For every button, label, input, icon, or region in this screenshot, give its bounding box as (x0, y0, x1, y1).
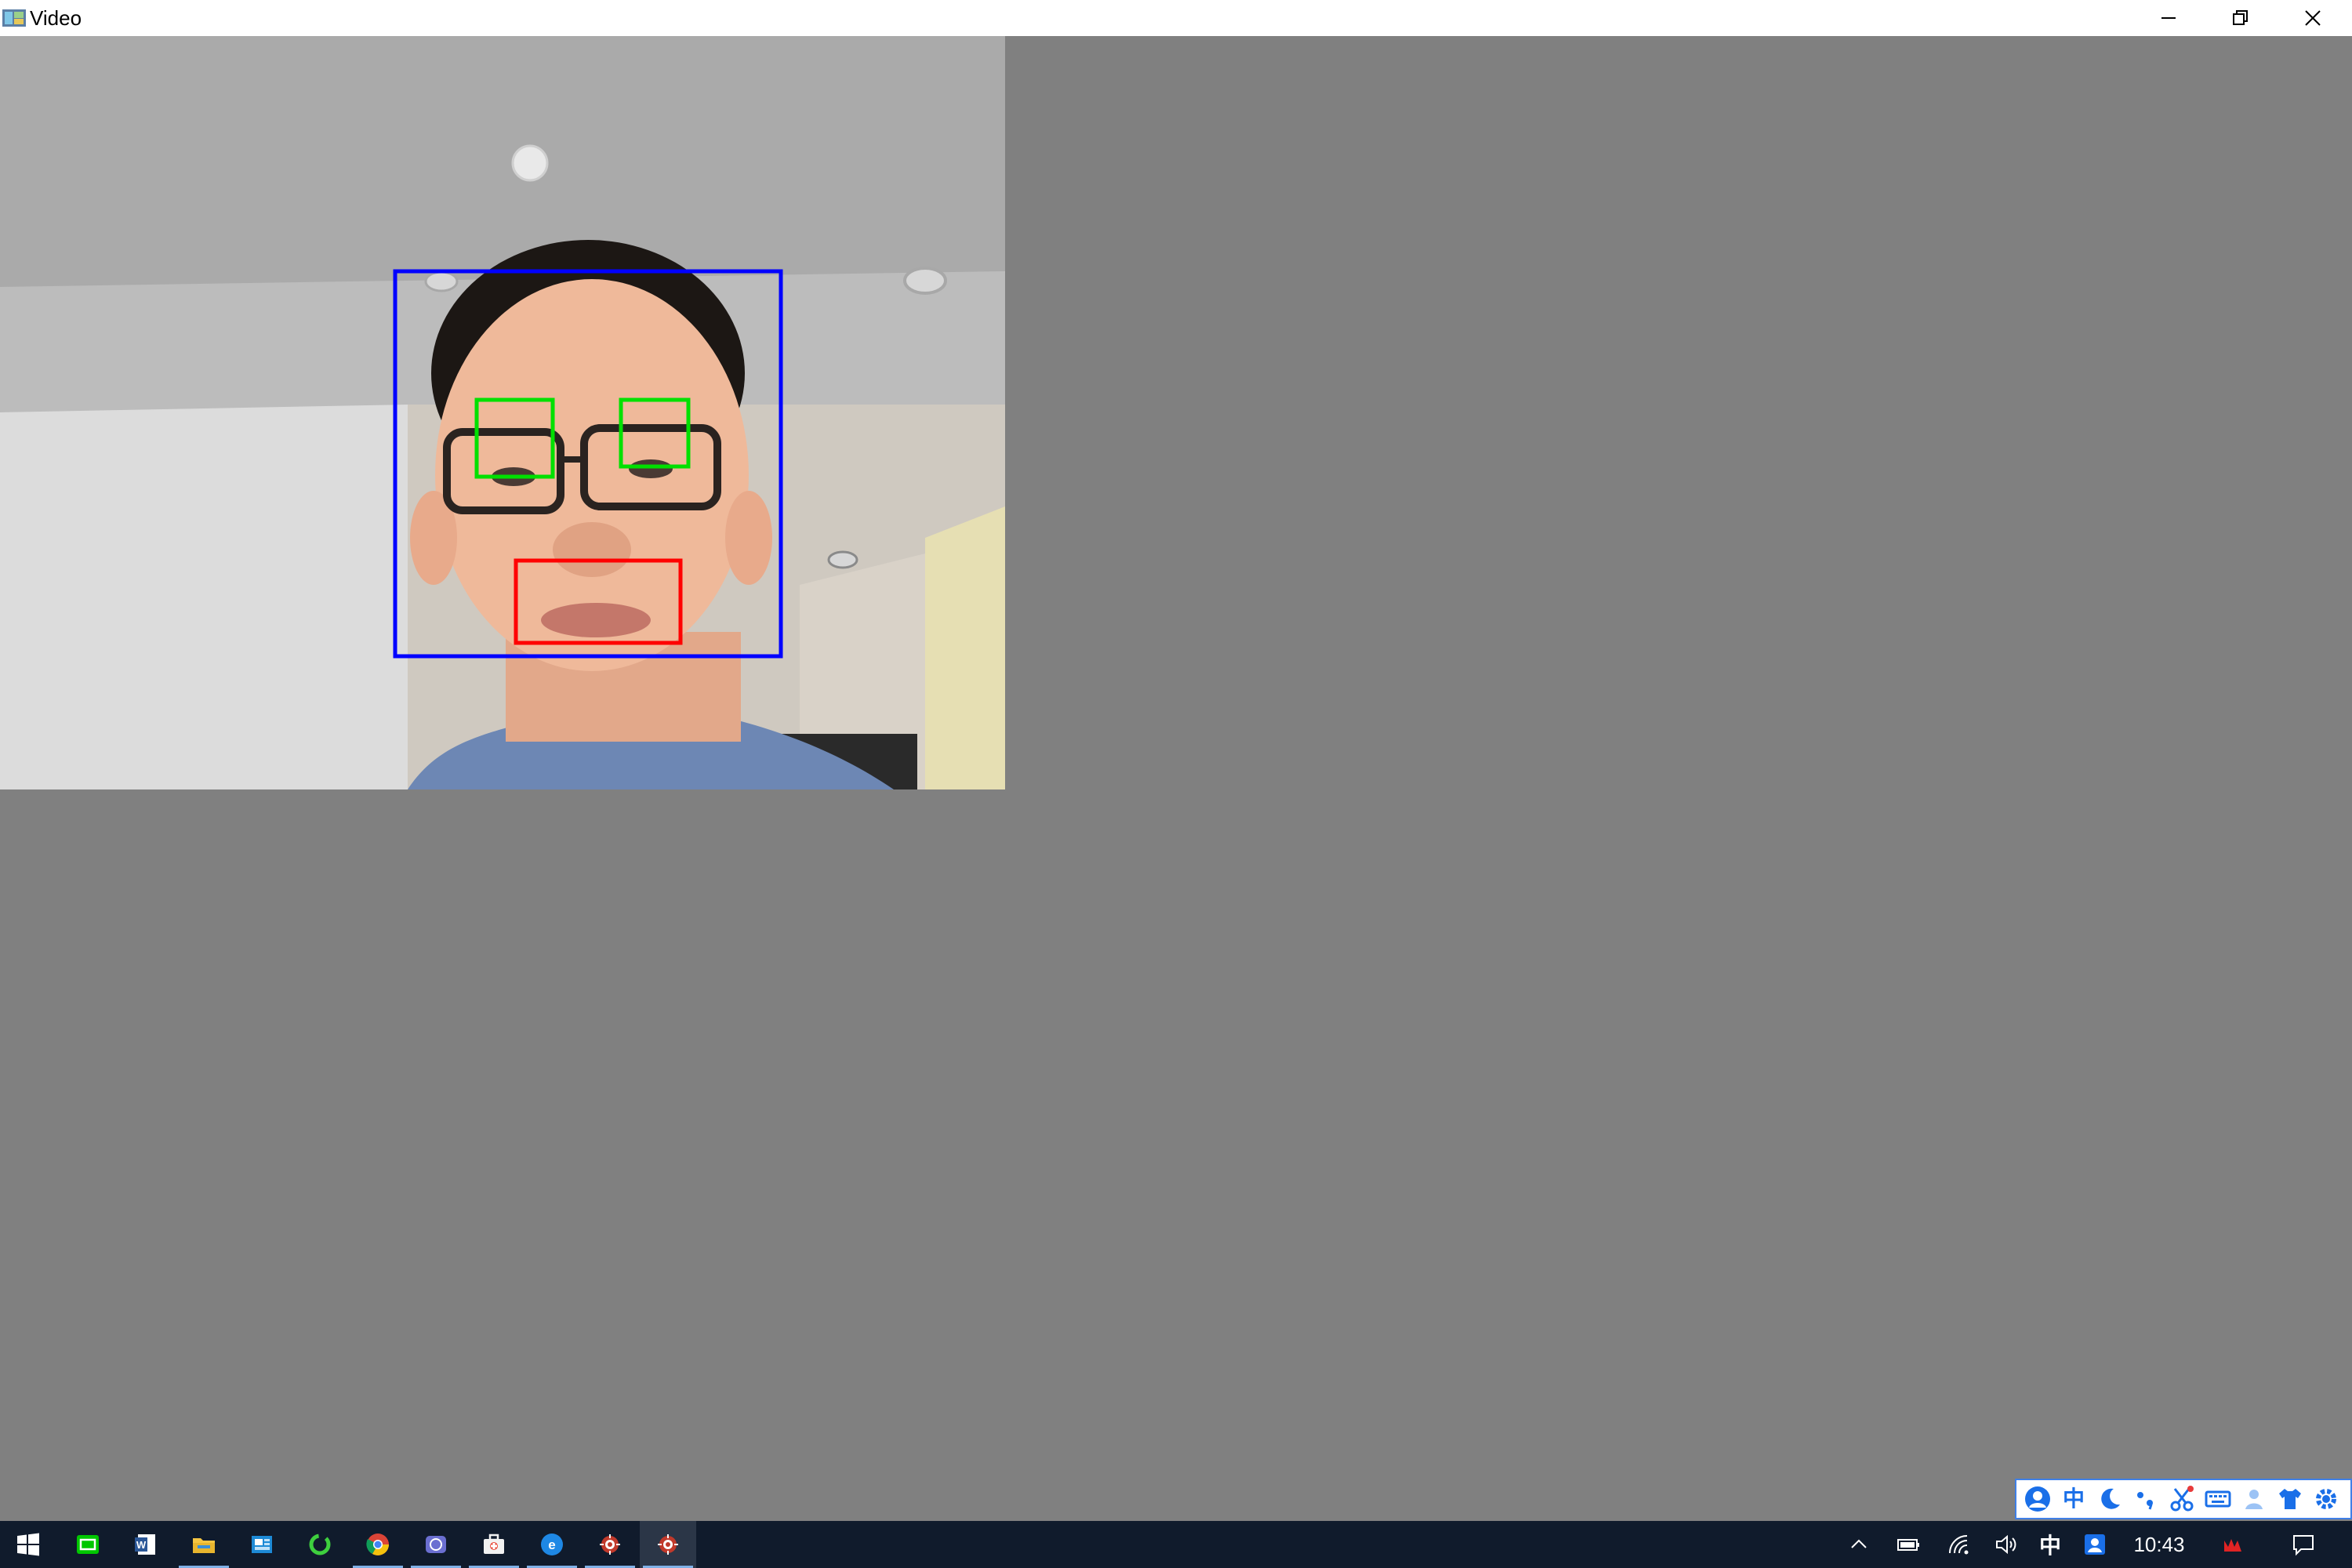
word-icon: W (135, 1534, 155, 1555)
user-icon (2025, 1486, 2050, 1512)
app-icon (2, 9, 26, 27)
mail-app-icon (252, 1536, 272, 1553)
person-icon (2245, 1490, 2263, 1509)
close-button[interactable] (2277, 0, 2349, 36)
taskbar: W e 中 10:43 (0, 1521, 2352, 1568)
taskbar-browser-app[interactable]: e (524, 1521, 580, 1568)
taskbar-iqiyi-app[interactable] (60, 1521, 116, 1568)
window-title: Video (30, 6, 82, 30)
red-logo-icon (2224, 1539, 2241, 1552)
network-button[interactable] (1940, 1521, 1977, 1568)
taskbar-outlook-app[interactable] (234, 1521, 290, 1568)
minimize-icon (2161, 17, 2176, 19)
restore-icon (2233, 10, 2248, 25)
punctuation-icon (2137, 1492, 2153, 1510)
action-center-button[interactable] (2280, 1521, 2327, 1568)
circle-ring-icon (309, 1534, 331, 1555)
volume-button[interactable] (1988, 1521, 2024, 1568)
taskbar-360-app[interactable] (292, 1521, 348, 1568)
notification-app-button[interactable] (2211, 1521, 2255, 1568)
wifi-icon (1949, 1535, 1969, 1555)
battery-button[interactable] (1889, 1521, 1927, 1568)
shirt-icon (2279, 1489, 2301, 1509)
svg-text:W: W (136, 1539, 147, 1551)
taskbar-word-app[interactable]: W (118, 1521, 174, 1568)
taskbar-toolbox-app[interactable] (466, 1521, 522, 1568)
clock[interactable]: 10:43 (2123, 1521, 2195, 1568)
scissors-icon (2170, 1486, 2194, 1512)
browser-e-icon: e (541, 1534, 563, 1555)
taskbar-opencv-app-2[interactable] (640, 1521, 696, 1568)
media-app-icon (426, 1536, 446, 1553)
action-center-icon (2293, 1535, 2314, 1556)
gear-spider-icon (658, 1534, 678, 1555)
minimize-button[interactable] (2132, 0, 2205, 36)
taskbar-opencv-app-1[interactable] (582, 1521, 638, 1568)
restore-button[interactable] (2205, 0, 2277, 36)
iqiyi-icon (77, 1535, 99, 1554)
moon-icon (2101, 1488, 2120, 1509)
taskbar-media-app[interactable] (408, 1521, 464, 1568)
taskbar-chrome-app[interactable] (350, 1521, 406, 1568)
ime-toolbar: 中 (2015, 1479, 2352, 1519)
close-icon (2305, 10, 2321, 26)
speaker-icon (1996, 1534, 2016, 1555)
show-hidden-icons-button[interactable] (1841, 1521, 1877, 1568)
ime-fullwidth-toggle[interactable] (2095, 1484, 2125, 1514)
ime-language-toggle[interactable]: 中 (2059, 1484, 2089, 1514)
settings-icon (2316, 1489, 2336, 1509)
ime-skin-button[interactable] (2275, 1484, 2305, 1514)
face-detection-box (393, 269, 783, 659)
detection-overlay (393, 269, 783, 659)
gear-spider-icon (600, 1534, 620, 1555)
taskbar-file-explorer-app[interactable] (176, 1521, 232, 1568)
chinese-mode-indicator: 中 (2062, 1486, 2085, 1511)
ime-account-button[interactable] (2239, 1484, 2269, 1514)
ime-user-button[interactable] (2023, 1484, 2053, 1514)
input-method-indicator[interactable]: 中 (2034, 1521, 2067, 1568)
folder-icon (193, 1538, 215, 1553)
chevron-up-icon (1851, 1539, 1867, 1548)
windows-logo-icon (17, 1533, 39, 1556)
left-eye-detection-box (474, 397, 555, 479)
keyboard-icon (2205, 1490, 2231, 1508)
right-eye-detection-box (619, 397, 691, 469)
toolbox-icon (484, 1534, 504, 1554)
ime-keyboard-button[interactable] (2203, 1484, 2233, 1514)
ime-screenshot-button[interactable] (2167, 1484, 2197, 1514)
ime-user-icon (2085, 1534, 2105, 1555)
webcam-video-frame: face eye eye mouth (0, 36, 1005, 789)
mouth-detection-box (514, 558, 683, 645)
ime-settings-button[interactable] (2311, 1484, 2341, 1514)
start-button[interactable] (0, 1521, 56, 1568)
battery-icon (1897, 1539, 1919, 1551)
ime-punctuation-toggle[interactable] (2131, 1484, 2161, 1514)
ime-tray-button[interactable] (2078, 1521, 2112, 1568)
chrome-icon (366, 1534, 389, 1555)
title-bar: Video (0, 0, 2352, 37)
svg-text:e: e (548, 1537, 555, 1552)
